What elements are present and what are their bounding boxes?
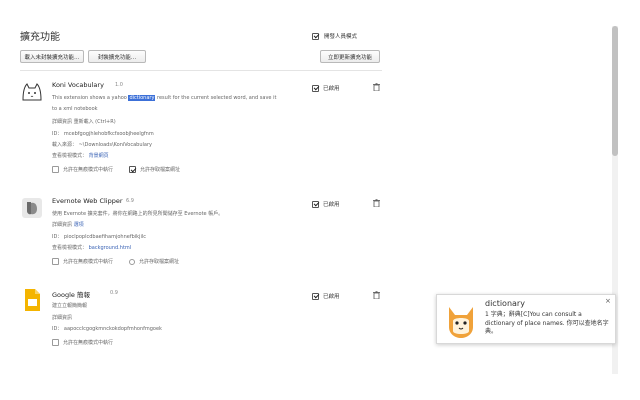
extension-name: Google 簡報 [52, 291, 90, 299]
toolbar-divider [20, 70, 382, 71]
enable-toggle[interactable]: 已啟用 [312, 84, 340, 92]
load-unpacked-button[interactable]: 載入未封裝擴充功能… [20, 50, 84, 63]
scrollbar-thumb[interactable] [612, 26, 618, 156]
enable-toggle[interactable]: 已啟用 [312, 292, 340, 300]
extension-evernote: Evernote Web Clipper 6.9 使用 Evernote 擴充套… [20, 196, 390, 276]
extension-views-row: 查看檢視模式： background.html [52, 245, 132, 251]
developer-mode-toggle[interactable]: 開發人員模式 [312, 32, 357, 40]
evernote-elephant-icon [22, 198, 42, 218]
popup-definition: 1 字典；辭典[C]You can consult a dictionary o… [485, 311, 609, 335]
extension-description: This extension shows a yahoo dictionary … [52, 95, 277, 101]
pack-extension-button[interactable]: 封裝擴充功能… [88, 50, 146, 63]
file-access-checkbox[interactable] [129, 166, 137, 173]
details-link[interactable]: 詳細資訊 [52, 222, 72, 228]
extension-version: 6.9 [126, 198, 134, 204]
highlighted-word: dictionary [128, 95, 156, 101]
trash-icon[interactable] [373, 291, 380, 299]
extension-description-line2: to a xml notebook [52, 106, 98, 112]
incognito-checkbox[interactable] [52, 166, 59, 173]
extension-views-row: 查看檢視模式： 背景網頁 [52, 153, 109, 159]
trash-icon[interactable] [373, 83, 380, 91]
extension-version: 0.9 [110, 290, 118, 296]
enabled-checkbox[interactable] [312, 200, 319, 208]
options-link[interactable]: 選項 [74, 222, 84, 228]
extension-name: Koni Vocabulary [52, 81, 104, 89]
update-extensions-button[interactable]: 立即更新擴充功能 [320, 50, 380, 63]
page-title: 擴充功能 [20, 32, 60, 43]
cat-icon [22, 83, 42, 101]
incognito-checkbox[interactable] [52, 339, 59, 346]
extension-version: 1.0 [115, 82, 123, 88]
close-icon[interactable]: × [605, 297, 611, 305]
developer-mode-label: 開發人員模式 [324, 34, 358, 40]
extension-id-row: ID： mcebfgogjhlehobfkcfxoobjheelgfnm [52, 131, 154, 137]
file-access-checkbox[interactable] [129, 258, 136, 265]
incognito-checkbox[interactable] [52, 258, 59, 265]
enable-toggle[interactable]: 已啟用 [312, 200, 340, 208]
extension-links[interactable]: 詳細資訊 重新載入 (Ctrl+R) [52, 118, 116, 125]
extension-options: 允許在無痕模式中執行 允許存取檔案網址 [52, 258, 179, 265]
extension-description: 使用 Evernote 擴充套件，將你在網路上的所見所聞儲存至 Evernote… [52, 211, 224, 217]
developer-mode-checkbox[interactable] [312, 32, 319, 40]
google-slides-icon [25, 289, 40, 311]
details-link[interactable]: 詳細資訊 [52, 314, 72, 321]
enabled-checkbox[interactable] [312, 292, 319, 300]
extension-koni-vocabulary: Koni Vocabulary 1.0 This extension shows… [20, 80, 390, 180]
extension-source-row: 載入來源： ~\Downloads\KoniVocabulary [52, 142, 152, 148]
extension-id-row: ID： pioclpoplcdbaefihamjohnefbikjilc [52, 234, 146, 240]
extension-google-slides: Google 簡報 0.9 建立立報簡簡報 詳細資訊 ID： aapocclcg… [20, 288, 390, 352]
fox-mascot-icon [449, 307, 473, 338]
extension-options: 允許在無痕模式中執行 [52, 339, 113, 346]
enabled-checkbox[interactable] [312, 84, 319, 92]
trash-icon[interactable] [373, 199, 380, 207]
extension-id-row: ID： aapocclcgogkmnckokdopfmhonfmgoek [52, 326, 162, 332]
extension-options: 允許在無痕模式中執行 允許存取檔案網址 [52, 166, 180, 173]
extension-description: 建立立報簡簡報 [52, 303, 88, 309]
extension-links: 詳細資訊 選項 [52, 221, 84, 228]
dictionary-popup: dictionary × 1 字典；辭典[C]You can consult a… [436, 294, 616, 344]
popup-word: dictionary [485, 299, 525, 308]
extension-name: Evernote Web Clipper [52, 197, 123, 205]
